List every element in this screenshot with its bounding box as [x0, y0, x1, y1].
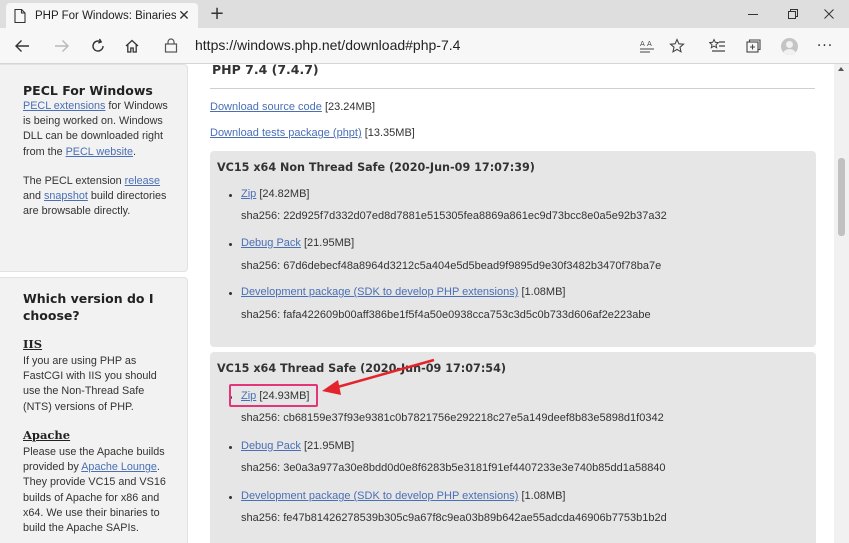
- window-close-icon[interactable]: [809, 0, 849, 28]
- reload-icon[interactable]: [84, 34, 112, 58]
- page-icon: [14, 8, 26, 23]
- read-aloud-icon[interactable]: AA: [634, 34, 660, 58]
- svg-text:A: A: [647, 40, 652, 48]
- forward-icon[interactable]: [48, 34, 76, 58]
- browser-tab[interactable]: PHP For Windows: Binaries and s ✕: [6, 3, 198, 28]
- red-arrow-icon: [322, 358, 435, 395]
- url-input[interactable]: https://windows.php.net/download#php-7.4: [195, 37, 460, 53]
- collections-icon[interactable]: [740, 34, 766, 58]
- back-icon[interactable]: [8, 34, 36, 58]
- maximize-icon[interactable]: [773, 0, 813, 28]
- favorites-icon[interactable]: [704, 34, 730, 58]
- plus-icon[interactable]: +: [207, 3, 227, 25]
- profile-icon[interactable]: [776, 34, 802, 58]
- close-icon[interactable]: ✕: [176, 8, 192, 24]
- scroll-thumb[interactable]: [838, 158, 845, 236]
- tab-title: PHP For Windows: Binaries and s: [35, 9, 176, 22]
- address-bar: https://windows.php.net/download#php-7.4…: [0, 28, 849, 64]
- minimize-icon[interactable]: [733, 0, 773, 28]
- more-icon[interactable]: ···: [812, 34, 838, 58]
- home-icon[interactable]: [118, 34, 146, 58]
- page-viewport: PECL For Windows PECL extensions for Win…: [0, 64, 849, 543]
- tab-bar: PHP For Windows: Binaries and s ✕ +: [0, 0, 849, 28]
- scroll-up-icon[interactable]: [838, 67, 844, 71]
- scrollbar[interactable]: [834, 64, 849, 543]
- lock-icon[interactable]: [164, 38, 178, 57]
- star-icon[interactable]: [664, 34, 690, 58]
- svg-text:A: A: [640, 40, 645, 48]
